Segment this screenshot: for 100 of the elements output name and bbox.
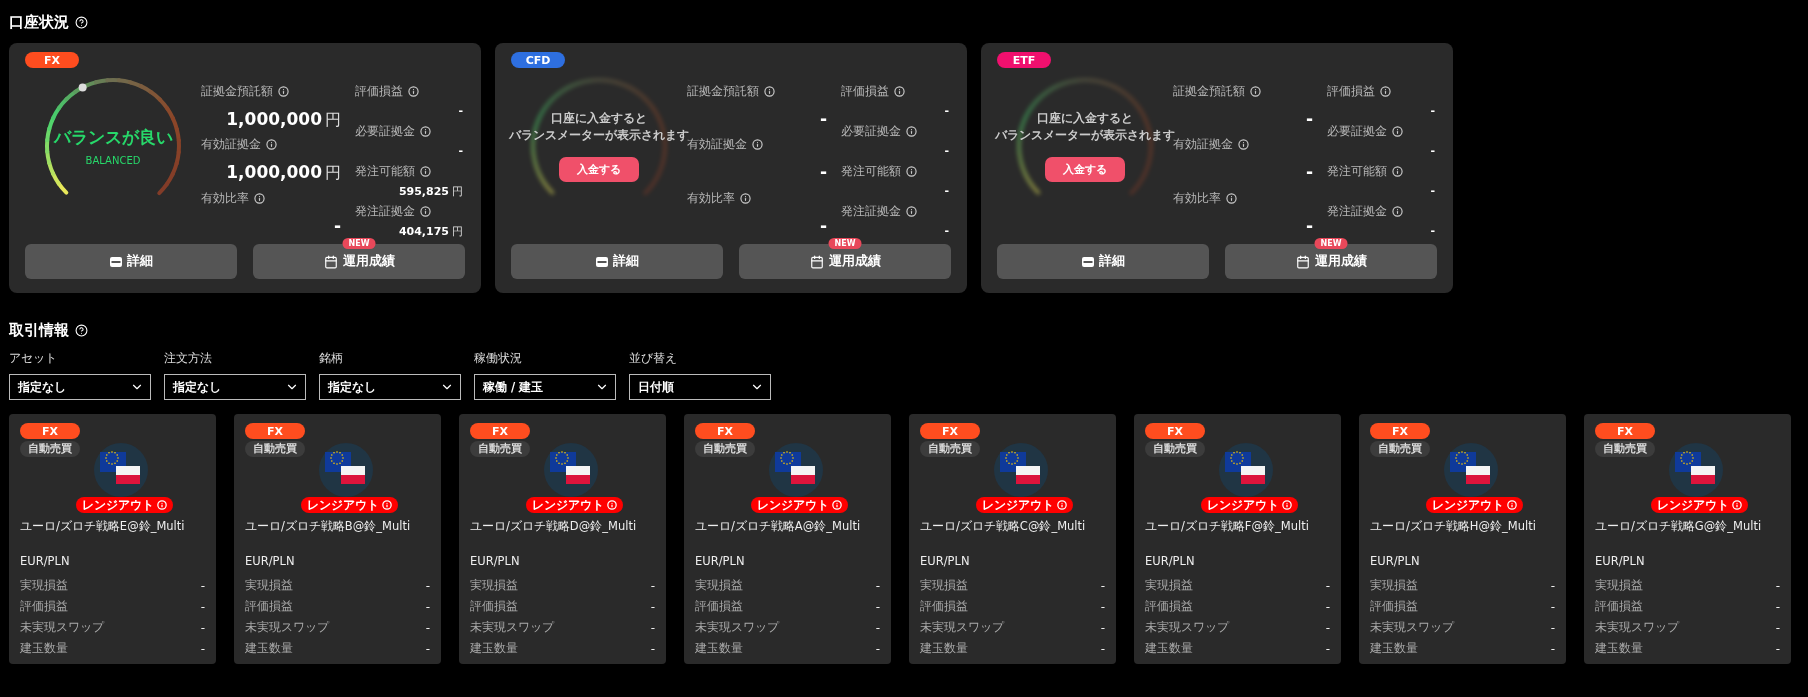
- strategy-card[interactable]: FX 自動売買 レンジアウト ユーロ/ズロチ戦略G@鈴_Multi EUR/PLN 実現損益 - 評価損益 - 未実現スワップ - 建玉数量 -: [1584, 414, 1791, 664]
- metric-value: -: [1430, 144, 1435, 157]
- info-icon[interactable]: [420, 166, 431, 177]
- info-icon[interactable]: [420, 206, 431, 217]
- currency-flags-icon: [994, 443, 1048, 497]
- row-label: 未実現スワップ: [245, 619, 329, 636]
- metric-label: 有効証拠金: [1173, 137, 1233, 153]
- row-value: -: [425, 620, 430, 635]
- row-value: -: [425, 578, 430, 593]
- strategy-card[interactable]: FX 自動売買 レンジアウト ユーロ/ズロチ戦略C@鈴_Multi EUR/PLN 実現損益 - 評価損益 - 未実現スワップ - 建玉数量 -: [909, 414, 1116, 664]
- info-icon[interactable]: [764, 86, 775, 97]
- row-value: -: [1775, 578, 1780, 593]
- metric-value: -: [819, 162, 827, 183]
- asset-badge: FX: [1595, 423, 1655, 439]
- filter-select[interactable]: 稼働 / 建玉: [474, 374, 616, 400]
- row-value: -: [1550, 599, 1555, 614]
- asset-badge: FX: [1370, 423, 1430, 439]
- row-label: 実現損益: [1145, 577, 1193, 594]
- metric-value: -: [944, 184, 949, 197]
- info-icon[interactable]: [906, 126, 917, 137]
- currency-pair: EUR/PLN: [20, 554, 71, 568]
- info-icon[interactable]: [266, 139, 277, 151]
- metric-value: 595,825: [398, 185, 449, 198]
- metric-label: 有効証拠金: [201, 137, 261, 153]
- filter-select[interactable]: 日付順: [629, 374, 771, 400]
- info-icon[interactable]: [1226, 192, 1237, 204]
- meter-message: 口座に入金すると バランスメーターが表示されます: [509, 109, 689, 142]
- info-icon[interactable]: [906, 166, 917, 177]
- metric-value: -: [944, 144, 949, 157]
- info-icon[interactable]: [1250, 86, 1261, 97]
- row-label: 未実現スワップ: [1145, 619, 1229, 636]
- range-out-badge[interactable]: レンジアウト: [1426, 497, 1523, 513]
- row-label: 建玉数量: [245, 640, 293, 657]
- metric-label: 発注証拠金: [355, 204, 415, 219]
- row-label: 未実現スワップ: [20, 619, 104, 636]
- info-icon[interactable]: [740, 192, 751, 204]
- metric-value: -: [1305, 162, 1313, 183]
- filter-select[interactable]: 指定なし: [164, 374, 306, 400]
- meter-message: 口座に入金すると バランスメーターが表示されます: [995, 109, 1175, 142]
- metric-value: 1,000,000: [226, 162, 322, 183]
- currency-pair: EUR/PLN: [695, 554, 746, 568]
- details-button[interactable]: 詳細: [25, 244, 237, 279]
- range-out-badge[interactable]: レンジアウト: [1201, 497, 1298, 513]
- range-out-badge[interactable]: レンジアウト: [76, 497, 173, 513]
- strategy-card[interactable]: FX 自動売買 レンジアウト ユーロ/ズロチ戦略B@鈴_Multi EUR/PLN 実現損益 - 評価損益 - 未実現スワップ - 建玉数量 -: [234, 414, 441, 664]
- info-icon[interactable]: [906, 206, 917, 217]
- strategy-card[interactable]: FX 自動売買 レンジアウト ユーロ/ズロチ戦略E@鈴_Multi EUR/PLN 実現損益 - 評価損益 - 未実現スワップ - 建玉数量 -: [9, 414, 216, 664]
- help-icon[interactable]: [75, 15, 88, 29]
- range-out-badge[interactable]: レンジアウト: [751, 497, 848, 513]
- info-icon[interactable]: [1380, 86, 1391, 97]
- strategy-name: ユーロ/ズロチ戦略B@鈴_Multi: [245, 519, 412, 534]
- info-icon[interactable]: [254, 192, 265, 204]
- strategy-card[interactable]: FX 自動売買 レンジアウト ユーロ/ズロチ戦略H@鈴_Multi EUR/PLN 実現損益 - 評価損益 - 未実現スワップ - 建玉数量 -: [1359, 414, 1566, 664]
- metric-label: 必要証拠金: [355, 124, 415, 139]
- row-value: -: [650, 620, 655, 635]
- metric-value: -: [458, 144, 463, 157]
- currency-flags-icon: [1219, 443, 1273, 497]
- info-icon[interactable]: [752, 139, 763, 151]
- range-out-badge[interactable]: レンジアウト: [976, 497, 1073, 513]
- metric-value: -: [333, 215, 341, 236]
- info-icon[interactable]: [1238, 139, 1249, 151]
- range-out-badge[interactable]: レンジアウト: [1651, 497, 1748, 513]
- row-label: 評価損益: [470, 598, 518, 615]
- info-icon[interactable]: [278, 86, 289, 97]
- row-label: 評価損益: [920, 598, 968, 615]
- asset-badge: FX: [470, 423, 530, 439]
- info-icon[interactable]: [894, 86, 905, 97]
- type-tag: 自動売買: [1595, 441, 1655, 457]
- range-out-badge[interactable]: レンジアウト: [526, 497, 623, 513]
- metric-value: -: [1430, 184, 1435, 197]
- strategy-card[interactable]: FX 自動売買 レンジアウト ユーロ/ズロチ戦略A@鈴_Multi EUR/PLN 実現損益 - 評価損益 - 未実現スワップ - 建玉数量 -: [684, 414, 891, 664]
- row-label: 建玉数量: [1145, 640, 1193, 657]
- row-label: 評価損益: [20, 598, 68, 615]
- metric-label: 発注証拠金: [841, 204, 901, 219]
- range-out-badge[interactable]: レンジアウト: [301, 497, 398, 513]
- details-button[interactable]: 詳細: [511, 244, 723, 279]
- card-icon: [595, 256, 608, 267]
- info-icon[interactable]: [1392, 206, 1403, 217]
- info-icon[interactable]: [420, 126, 431, 137]
- row-value: -: [650, 599, 655, 614]
- row-label: 建玉数量: [20, 640, 68, 657]
- details-button[interactable]: 詳細: [997, 244, 1209, 279]
- strategy-card[interactable]: FX 自動売買 レンジアウト ユーロ/ズロチ戦略F@鈴_Multi EUR/PLN 実現損益 - 評価損益 - 未実現スワップ - 建玉数量 -: [1134, 414, 1341, 664]
- info-icon[interactable]: [1392, 126, 1403, 137]
- metric-value: 404,175: [398, 225, 449, 238]
- info-icon[interactable]: [408, 86, 419, 97]
- strategy-card[interactable]: FX 自動売買 レンジアウト ユーロ/ズロチ戦略D@鈴_Multi EUR/PLN 実現損益 - 評価損益 - 未実現スワップ - 建玉数量 -: [459, 414, 666, 664]
- help-icon[interactable]: [75, 323, 88, 337]
- metric-value: -: [944, 104, 949, 117]
- asset-badge: FX: [25, 52, 79, 68]
- row-label: 実現損益: [1370, 577, 1418, 594]
- metric-value: -: [1430, 224, 1435, 237]
- row-value: -: [1775, 599, 1780, 614]
- filter-select[interactable]: 指定なし: [9, 374, 151, 400]
- filter-select[interactable]: 指定なし: [319, 374, 461, 400]
- calendar-icon: [1295, 254, 1310, 269]
- currency-flags-icon: [544, 443, 598, 497]
- row-value: -: [875, 599, 880, 614]
- metric-value: -: [819, 109, 827, 129]
- info-icon[interactable]: [1392, 166, 1403, 177]
